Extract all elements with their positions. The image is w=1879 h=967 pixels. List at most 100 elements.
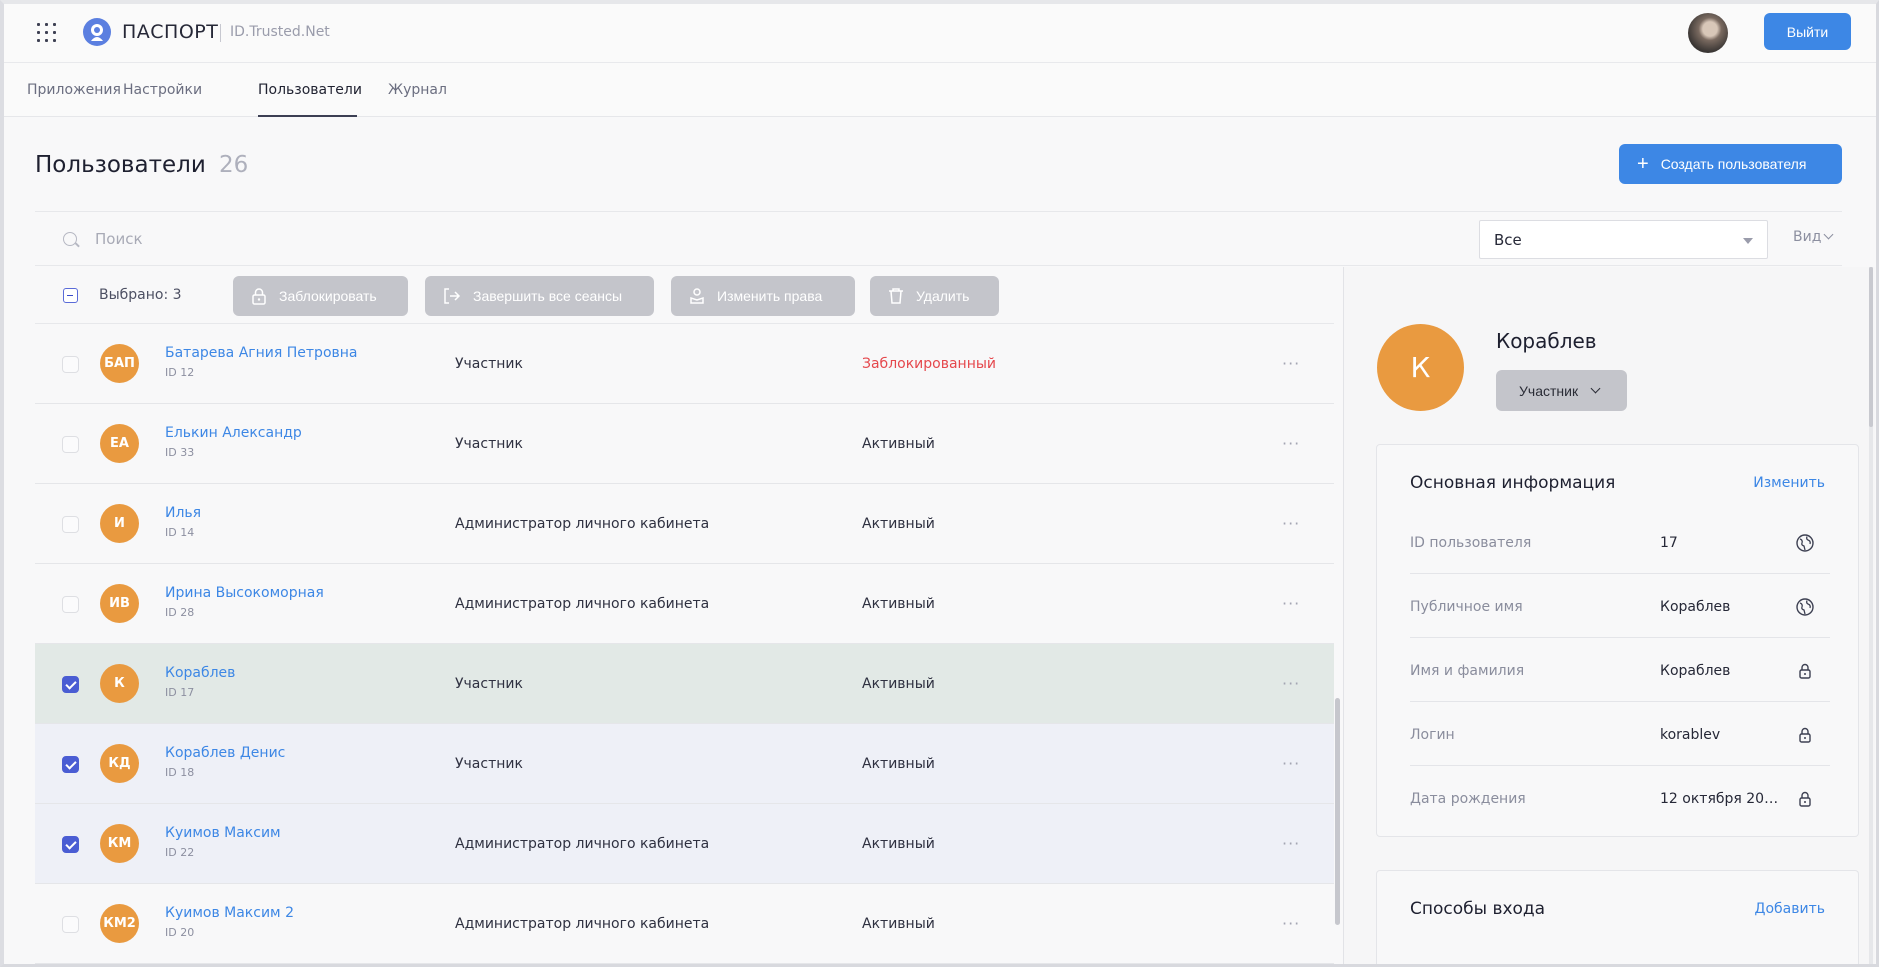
user-name-link[interactable]: Илья <box>165 505 201 521</box>
table-scrollbar[interactable] <box>1335 698 1340 925</box>
more-actions-icon[interactable]: ··· <box>1282 434 1300 453</box>
row-checkbox[interactable] <box>62 516 79 533</box>
row-checkbox[interactable] <box>62 756 79 773</box>
search-icon <box>63 232 77 246</box>
info-label: Имя и фамилия <box>1410 663 1525 679</box>
edit-link[interactable]: Изменить <box>1753 475 1825 491</box>
row-checkbox[interactable] <box>62 356 79 373</box>
brand-name: ПАСПОРТ <box>122 21 219 43</box>
row-checkbox[interactable] <box>62 596 79 613</box>
create-user-button[interactable]: + Создать пользователя <box>1619 144 1842 184</box>
delete-label: Удалить <box>916 288 970 304</box>
info-value: Кораблев <box>1660 599 1731 615</box>
user-id: ID 18 <box>165 766 195 779</box>
more-actions-icon[interactable]: ··· <box>1282 354 1300 373</box>
select-all-checkbox[interactable] <box>63 288 78 303</box>
tab-settings[interactable]: Настройки <box>123 82 202 98</box>
user-status: Заблокированный <box>862 356 996 372</box>
user-role: Администратор личного кабинета <box>455 516 710 532</box>
current-user-avatar[interactable] <box>1688 13 1728 53</box>
user-id: ID 14 <box>165 526 195 539</box>
table-row[interactable]: КМ Куимов Максим ID 22 Администратор личног… <box>35 804 1334 884</box>
table-row[interactable]: КД Кораблев Денис ID 18 Участник Активный ··· <box>35 724 1334 804</box>
role-dropdown[interactable]: Участник <box>1496 370 1627 411</box>
user-name-link[interactable]: Куимов Максим <box>165 825 281 841</box>
user-id: ID 17 <box>165 686 195 699</box>
user-details-panel: К Кораблев Участник Основная информация … <box>1343 267 1875 967</box>
user-avatar: КМ <box>100 824 139 863</box>
table-row[interactable]: К Кораблев ID 17 Участник Активный ··· <box>35 644 1334 724</box>
globe-icon[interactable] <box>1795 597 1815 617</box>
user-role: Администратор личного кабинета <box>455 916 710 932</box>
info-row: Имя и фамилия Кораблев <box>1410 638 1830 702</box>
tab-applications[interactable]: Приложения <box>27 82 121 98</box>
user-name-link[interactable]: Ирина Высокоморная <box>165 585 324 601</box>
lock-icon <box>252 288 266 305</box>
brand-divider <box>220 24 221 42</box>
search-input[interactable] <box>95 225 695 253</box>
user-name-link[interactable]: Куимов Максим 2 <box>165 905 294 921</box>
apps-grid-icon[interactable] <box>37 23 57 43</box>
search-bar: Все Вид <box>35 211 1842 266</box>
passport-logo-icon <box>83 18 111 46</box>
table-row[interactable]: КМ2 Куимов Максим 2 ID 20 Администратор лич… <box>35 884 1334 964</box>
row-checkbox[interactable] <box>62 836 79 853</box>
user-avatar: КД <box>100 744 139 783</box>
end-sessions-button[interactable]: Завершить все сеансы <box>425 276 654 316</box>
info-value: Кораблев <box>1660 663 1731 679</box>
more-actions-icon[interactable]: ··· <box>1282 754 1300 773</box>
lock-icon[interactable] <box>1795 661 1815 681</box>
user-status: Активный <box>862 676 935 692</box>
table-row[interactable]: БАП Батарева Агния Петровна ID 12 Участник З… <box>35 324 1334 404</box>
status-filter-select[interactable]: Все <box>1479 220 1768 259</box>
more-actions-icon[interactable]: ··· <box>1282 674 1300 693</box>
basic-info-title: Основная информация <box>1410 473 1616 493</box>
tab-users[interactable]: Пользователи <box>258 82 362 98</box>
row-checkbox[interactable] <box>62 436 79 453</box>
logout-button[interactable]: Выйти <box>1764 13 1851 50</box>
lock-icon[interactable] <box>1795 789 1815 809</box>
user-role: Участник <box>455 436 523 452</box>
table-row[interactable]: ЕА Елькин Александр ID 33 Участник Активный ·… <box>35 404 1334 484</box>
delete-button[interactable]: Удалить <box>870 276 999 316</box>
more-actions-icon[interactable]: ··· <box>1282 834 1300 853</box>
user-name-link[interactable]: Кораблев <box>165 665 235 681</box>
lock-icon[interactable] <box>1795 725 1815 745</box>
user-id: ID 20 <box>165 926 195 939</box>
user-name-link[interactable]: Батарева Агния Петровна <box>165 345 358 361</box>
info-value: korablev <box>1660 727 1721 743</box>
user-id: ID 12 <box>165 366 195 379</box>
user-avatar: КМ2 <box>100 904 139 943</box>
change-rights-button[interactable]: Изменить права <box>671 276 855 316</box>
user-name-link[interactable]: Кораблев Денис <box>165 745 285 761</box>
view-button[interactable]: Вид <box>1793 229 1821 245</box>
user-name-link[interactable]: Елькин Александр <box>165 425 302 441</box>
user-avatar: К <box>100 664 139 703</box>
more-actions-icon[interactable]: ··· <box>1282 594 1300 613</box>
brand-subtitle: ID.Trusted.Net <box>230 24 330 40</box>
chevron-down-icon[interactable] <box>1823 229 1834 240</box>
table-row[interactable]: И Илья ID 14 Администратор личного кабинета… <box>35 484 1334 564</box>
users-table: БАП Батарева Агния Петровна ID 12 Участник З… <box>35 324 1334 964</box>
row-checkbox[interactable] <box>62 916 79 933</box>
globe-icon[interactable] <box>1795 533 1815 553</box>
user-id: ID 22 <box>165 846 195 859</box>
login-methods-title: Способы входа <box>1410 899 1546 919</box>
user-status: Активный <box>862 516 935 532</box>
user-role: Администратор личного кабинета <box>455 596 710 612</box>
plus-icon: + <box>1637 153 1649 175</box>
panel-scrollbar[interactable] <box>1869 267 1873 427</box>
user-status: Активный <box>862 436 935 452</box>
row-checkbox[interactable] <box>62 676 79 693</box>
block-button[interactable]: Заблокировать <box>233 276 408 316</box>
status-filter-value: Все <box>1494 231 1522 249</box>
table-row[interactable]: ИВ Ирина Высокоморная ID 28 Администратор л… <box>35 564 1334 644</box>
tab-journal[interactable]: Журнал <box>388 82 447 98</box>
more-actions-icon[interactable]: ··· <box>1282 914 1300 933</box>
info-label: Дата рождения <box>1410 791 1526 807</box>
more-actions-icon[interactable]: ··· <box>1282 514 1300 533</box>
add-login-method-link[interactable]: Добавить <box>1755 901 1825 917</box>
info-label: Публичное имя <box>1410 599 1523 615</box>
page-title: Пользователи <box>35 152 206 178</box>
active-tab-indicator <box>258 115 357 117</box>
